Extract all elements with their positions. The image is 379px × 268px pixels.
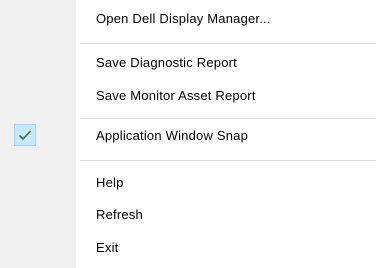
menu-item-label: Help xyxy=(96,174,124,190)
menu-item-save-diagnostic-report[interactable]: Save Diagnostic Report xyxy=(76,48,379,76)
menu-separator xyxy=(80,160,376,161)
menu-item-refresh[interactable]: Refresh xyxy=(76,200,379,228)
menu-item-label: Exit xyxy=(96,239,119,255)
check-icon xyxy=(14,124,36,146)
menu-item-label: Application Window Snap xyxy=(96,127,249,143)
context-menu: Open Dell Display Manager... Save Diagno… xyxy=(0,0,379,268)
menu-item-label: Open Dell Display Manager... xyxy=(96,10,271,26)
menu-item-label: Save Monitor Asset Report xyxy=(96,87,256,103)
menu-separator xyxy=(80,118,376,119)
menu-item-save-monitor-asset-report[interactable]: Save Monitor Asset Report xyxy=(76,81,379,109)
menu-item-exit[interactable]: Exit xyxy=(76,233,379,261)
menu-item-label: Save Diagnostic Report xyxy=(96,54,237,70)
menu-item-application-window-snap[interactable]: Application Window Snap xyxy=(76,121,379,149)
menu-item-help[interactable]: Help xyxy=(76,168,379,196)
menu-item-open-ddm[interactable]: Open Dell Display Manager... xyxy=(76,4,379,32)
menu-icon-gutter xyxy=(0,0,76,268)
menu-item-label: Refresh xyxy=(96,206,143,222)
menu-separator xyxy=(80,43,376,44)
